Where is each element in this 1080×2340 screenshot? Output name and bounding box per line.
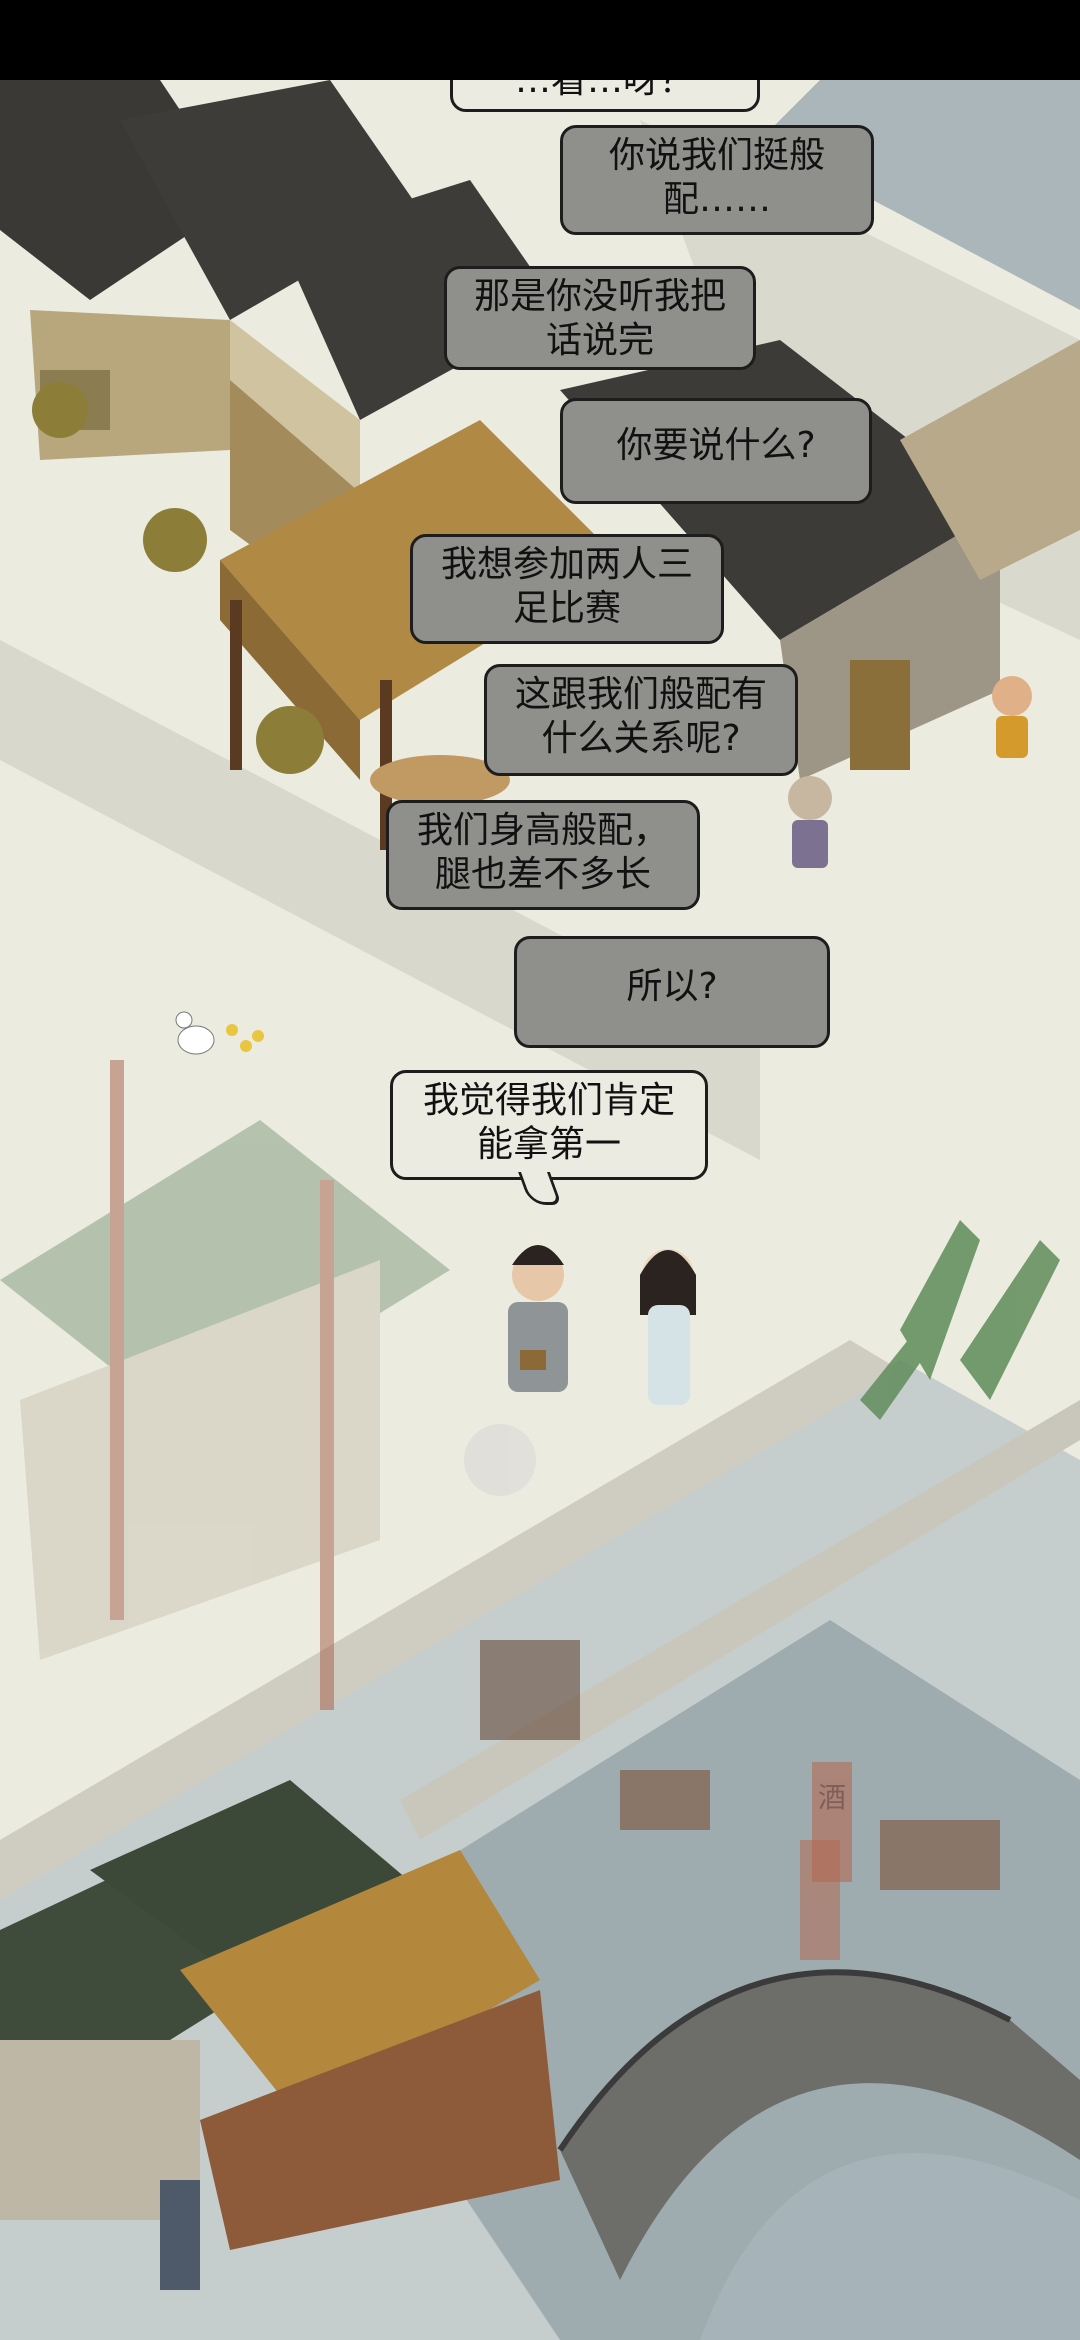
shop-sign-text: 酒 <box>817 1781 846 1814</box>
dialogue-bubble-4: 我想参加两人三足比赛 <box>410 534 724 644</box>
dialogue-bubble-speaking: 我觉得我们肯定能拿第一 <box>390 1070 708 1180</box>
dialogue-text: 我们身高般配，腿也差不多长 <box>416 810 669 895</box>
dialogue-bubble-6: 我们身高般配，腿也差不多长 <box>386 800 700 910</box>
dialogue-text: 你说我们挺般配…… <box>608 135 825 220</box>
dialogue-text: 那是你没听我把话说完 <box>473 276 726 361</box>
dialogue-bubble-1: 你说我们挺般配…… <box>560 125 874 235</box>
main-character-man <box>508 1245 568 1392</box>
shop-sign: 酒 <box>812 1762 852 1882</box>
dialogue-bubble-partial: …看…呀？ <box>450 80 760 112</box>
dialogue-bubble-5: 这跟我们般配有什么关系呢? <box>484 664 798 776</box>
dialogue-text: 你要说什么? <box>616 425 816 466</box>
main-character-woman <box>640 1249 696 1405</box>
dialogue-bubble-7: 所以? <box>514 936 830 1048</box>
dialogue-text: 我想参加两人三足比赛 <box>440 544 693 629</box>
status-bar <box>0 0 1080 80</box>
masked-character <box>788 776 832 868</box>
game-scene[interactable]: …看…呀？ 你说我们挺般配…… 那是你没听我把话说完 你要说什么? 我想参加两人… <box>0 80 1080 2340</box>
dialogue-text: 这跟我们般配有什么关系呢? <box>514 674 767 759</box>
dialogue-bubble-3: 你要说什么? <box>560 398 872 504</box>
dialogue-text: …看…呀？ <box>514 80 695 101</box>
town-map <box>0 80 1080 2340</box>
dialogue-bubble-2: 那是你没听我把话说完 <box>444 266 756 370</box>
dialogue-text: 我觉得我们肯定能拿第一 <box>422 1080 675 1165</box>
dialogue-text: 所以? <box>626 966 718 1007</box>
